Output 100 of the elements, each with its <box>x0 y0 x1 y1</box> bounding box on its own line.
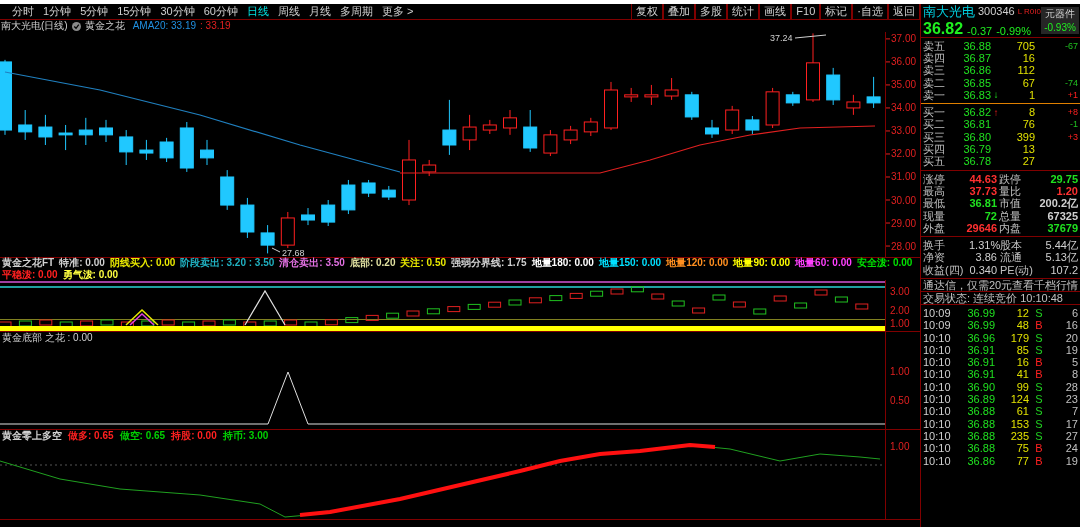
indicator-value: 地量60: 0.00 <box>795 258 852 268</box>
toolbar-button[interactable]: 多股 <box>695 3 728 20</box>
period-tab[interactable]: 更多 > <box>382 6 414 17</box>
toolbar-button[interactable]: 返回 <box>888 3 920 20</box>
candlestick <box>604 81 618 131</box>
tick-count: 27 <box>1064 430 1079 442</box>
period-tab[interactable]: 30分钟 <box>160 6 195 17</box>
tick-volume: 61 <box>1015 406 1029 418</box>
order-volume: 112 <box>1016 65 1035 77</box>
toolbar-button[interactable]: F10 <box>791 3 821 20</box>
triangle-signal-line <box>125 308 159 326</box>
toolbar-button[interactable]: 复权 <box>631 3 664 20</box>
tick-volume: 77 <box>1015 455 1029 467</box>
tick-time: 10:10 <box>923 406 952 418</box>
order-price: 36.87 <box>963 52 991 64</box>
period-tab[interactable]: 15分钟 <box>117 6 152 17</box>
indicator-value: 勇气泼: 0.00 <box>62 270 119 280</box>
period-tab[interactable]: 5分钟 <box>80 6 109 17</box>
axis-label: 31.00 <box>891 171 917 183</box>
axis-label: 37.00 <box>891 33 917 45</box>
tick-price: 36.88 <box>966 406 995 418</box>
toolbar-button[interactable]: 叠加 <box>663 3 696 20</box>
period-tab[interactable]: 多周期 <box>340 6 373 17</box>
order-level: 买四 <box>923 144 946 155</box>
tick-price: 36.90 <box>966 381 995 393</box>
toolbar-button[interactable]: 画线 <box>759 3 792 20</box>
axis-label: 1.00 <box>890 319 910 329</box>
candlestick <box>99 119 113 143</box>
candlestick <box>78 117 93 146</box>
indicator-value: 地量90: 0.00 <box>733 258 791 268</box>
stat-label: 总量 <box>999 210 1022 222</box>
order-price: 36.81 <box>963 119 991 131</box>
order-price: 36.80 <box>963 131 991 143</box>
tick-time: 10:10 <box>923 418 952 430</box>
order-volume: 16 <box>1021 52 1035 64</box>
spike-signal-line <box>244 289 286 326</box>
candlestick <box>321 199 336 227</box>
tick-volume: 41 <box>1015 369 1029 381</box>
candlestick <box>402 139 416 206</box>
indicator-value: 黄金零上多空 <box>2 431 62 441</box>
stock-flags: L R0I0 <box>1017 7 1041 16</box>
period-tab[interactable]: 60分钟 <box>203 6 238 17</box>
sector-name: 元器件 <box>1045 8 1075 19</box>
tick-count: 16 <box>1064 320 1079 332</box>
order-delta: +3 <box>1066 132 1078 142</box>
indicator-value: 清仓卖出: 3.50 <box>279 258 345 268</box>
stock-code: 300346 <box>978 6 1015 18</box>
stat-value: 5.13亿 <box>1044 252 1078 264</box>
candlestick <box>159 137 174 163</box>
tick-count: 23 <box>1064 394 1079 406</box>
toolbar-button[interactable]: ·自选 <box>852 3 888 20</box>
trend-arrow: ↑ <box>992 107 1000 118</box>
period-tab[interactable]: 月线 <box>309 6 331 17</box>
trade-status: 交易状态: 连续竞价 10:10:48 <box>923 292 1063 304</box>
period-tab[interactable]: 日线 <box>247 6 269 17</box>
leader-line <box>794 34 827 39</box>
stat-label: PE(动) <box>999 264 1034 276</box>
stat-value: 37679 <box>1046 222 1078 234</box>
period-tab[interactable]: 分时 <box>12 6 34 17</box>
promo-text[interactable]: 通达信，仅需20元查看千档行情 <box>923 279 1079 291</box>
axis-label: 30.00 <box>891 194 917 206</box>
indicator-value: 底部: 0.20 <box>349 258 396 268</box>
period-tab[interactable]: 周线 <box>278 6 300 17</box>
tick-price: 36.88 <box>966 430 995 442</box>
candlestick <box>119 129 134 166</box>
tick-time: 10:10 <box>923 455 952 467</box>
indicator-value: 做多: 0.65 <box>68 431 114 441</box>
indicator-value: 持股: 0.00 <box>171 431 217 441</box>
stat-value: 37.73 <box>968 185 997 197</box>
stat-value: 0.340 <box>969 264 997 276</box>
order-price: 36.82 <box>963 107 991 119</box>
tick-price: 36.89 <box>966 394 995 406</box>
tick-volume: 153 <box>1009 418 1029 430</box>
tick-side: S <box>1034 308 1044 319</box>
tick-volume: 179 <box>1009 332 1029 344</box>
toolbar-button[interactable]: 标记 <box>820 3 853 20</box>
candlestick <box>220 169 235 211</box>
tick-volume: 235 <box>1009 430 1029 442</box>
order-volume: 399 <box>1015 131 1035 143</box>
axis-label: 32.00 <box>891 148 917 160</box>
stat-label: 现量 <box>923 210 946 222</box>
check-icon[interactable] <box>71 21 81 31</box>
toolbar-button[interactable]: 统计 <box>727 3 760 20</box>
order-level: 卖四 <box>923 52 946 64</box>
candlestick <box>644 84 659 106</box>
stat-value: 5.44亿 <box>1044 240 1078 252</box>
stat-label: 换手 <box>923 240 946 252</box>
tick-time: 10:10 <box>923 357 952 369</box>
candlestick <box>563 125 578 145</box>
price-change: -0.37 <box>967 26 993 37</box>
stat-label: 外盘 <box>923 222 946 234</box>
order-level: 卖三 <box>923 65 946 77</box>
axis-label: 1.00 <box>890 367 910 377</box>
indicator-value: 强弱分界线: 1.75 <box>451 258 527 268</box>
order-level: 买二 <box>923 119 946 131</box>
tick-price: 36.91 <box>966 369 995 381</box>
period-tab[interactable]: 1分钟 <box>43 6 72 17</box>
ama-value: AMA20: 33.19 <box>132 21 197 31</box>
order-price: 36.85 <box>963 77 991 89</box>
sector-card[interactable]: 元器件 -0.93% <box>1041 7 1079 34</box>
